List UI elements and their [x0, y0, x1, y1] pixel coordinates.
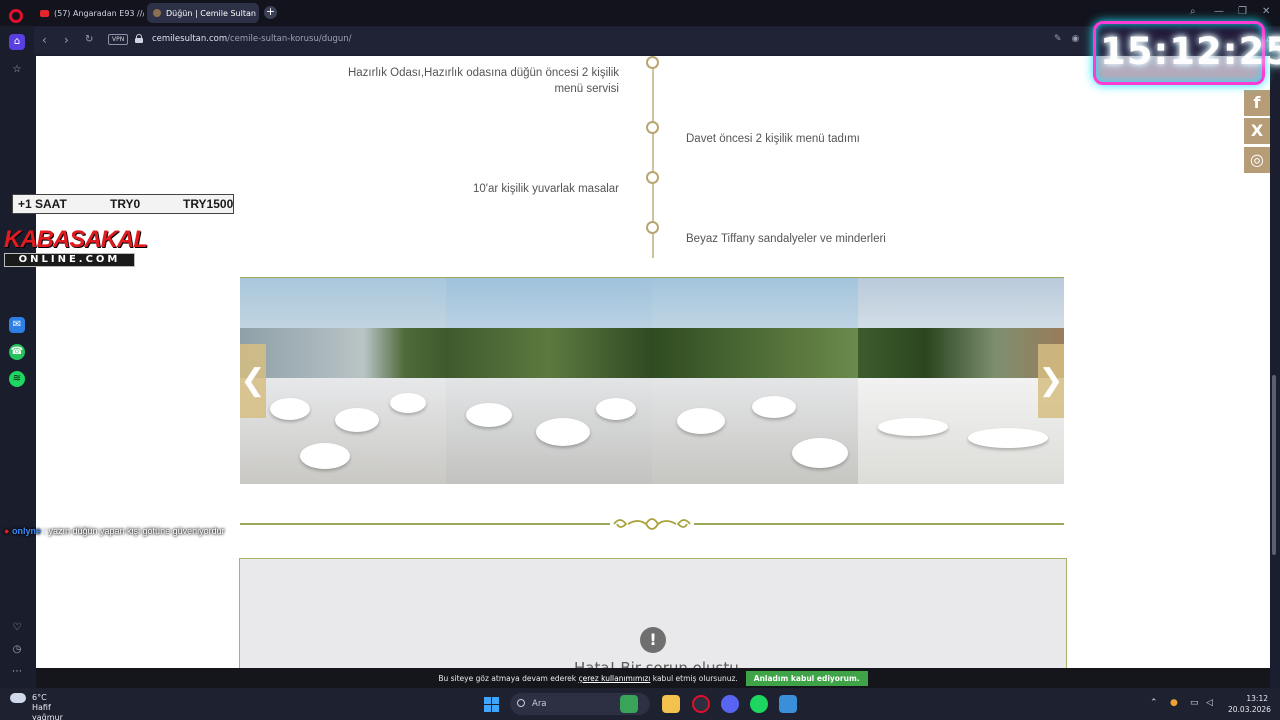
opera-taskbar-icon[interactable]: [692, 695, 710, 713]
chat-text: : yazın düğün yapan kişi götüne güveniyo…: [43, 526, 225, 536]
search-tabs-icon[interactable]: ⌕: [1190, 6, 1196, 17]
url-path: /cemile-sultan-korusu/dugun/: [227, 34, 352, 44]
heart-icon[interactable]: ♡: [9, 620, 25, 636]
gallery-photo-1[interactable]: [240, 278, 446, 484]
brand-name: KABASAKAL: [4, 226, 148, 253]
map-error-message: Hata! Bir sorun oluştu.: [574, 659, 744, 668]
taskbar-date: 20.03.2026: [1228, 705, 1271, 714]
timeline-dot: [646, 121, 659, 134]
opera-logo-icon[interactable]: [9, 9, 23, 23]
timeline-dot: [646, 56, 659, 69]
taskbar-time: 13:12: [1246, 694, 1268, 703]
cookie-text: Bu siteye göz atmaya devam ederek çerez …: [438, 673, 738, 683]
vpn-badge[interactable]: VPN: [108, 34, 129, 45]
volume-icon[interactable]: ◁: [1206, 698, 1213, 708]
weather-widget[interactable]: 6°C Hafif yağmur: [10, 693, 63, 720]
cookie-accept-button[interactable]: Anladım kabul ediyorum.: [745, 670, 868, 686]
timeline-dot: [646, 171, 659, 184]
search-placeholder: Ara: [532, 699, 547, 709]
maximize-icon[interactable]: ❐: [1238, 6, 1247, 17]
brand-domain: ONLINE.COM: [4, 253, 135, 267]
page-scrollbar[interactable]: [1272, 375, 1276, 555]
warning-icon: !: [640, 627, 666, 653]
youtube-icon: [40, 9, 49, 17]
browser-sidebar: ⌂ ☆ ✉ ☎ ≋ ♡ ◷ ⋯: [0, 26, 34, 688]
forward-icon[interactable]: ›: [64, 33, 69, 47]
stream-clock: 15:12:25: [1100, 30, 1280, 73]
weather-temp: 6°C: [32, 693, 47, 702]
file-explorer-icon[interactable]: [662, 695, 680, 713]
tab-label: Düğün | Cemile Sultan Ko...: [166, 8, 259, 18]
search-icon: [517, 699, 525, 707]
tray-chevron-icon[interactable]: ⌃: [1150, 698, 1158, 708]
close-window-icon[interactable]: ✕: [1262, 6, 1270, 17]
lock-icon[interactable]: [135, 34, 143, 43]
tab-youtube[interactable]: (57) Angaradan E93 ///M...: [34, 3, 144, 23]
rate-label: +1 SAAT: [18, 197, 67, 211]
cookie-banner: Bu siteye göz atmaya devam ederek çerez …: [36, 668, 1270, 688]
display-icon[interactable]: ▭: [1190, 698, 1199, 708]
tab-cemile-sultan[interactable]: Düğün | Cemile Sultan Ko...: [147, 3, 259, 23]
gallery-photo-4[interactable]: [858, 278, 1064, 484]
chat-badge-icon: ●: [4, 526, 10, 536]
whatsapp-icon[interactable]: ☎: [9, 344, 25, 360]
brand-logo: KABASAKAL ONLINE.COM: [4, 226, 148, 268]
taskbar-widget-icon[interactable]: [620, 695, 638, 713]
spotify-taskbar-icon[interactable]: [750, 695, 768, 713]
x-icon[interactable]: X: [1244, 118, 1270, 144]
star-icon[interactable]: ☆: [9, 62, 25, 78]
ornament-icon: [610, 514, 694, 534]
rate-try0: TRY0: [110, 197, 141, 211]
history-icon[interactable]: ◷: [9, 642, 25, 658]
messenger-icon[interactable]: ✉: [9, 317, 25, 333]
map-embed[interactable]: ! Hata! Bir sorun oluştu.: [239, 558, 1067, 668]
address-bar-icons[interactable]: ✎◉: [1054, 34, 1089, 44]
timeline-item-chairs: Beyaz Tiffany sandalyeler ve minderleri: [686, 233, 886, 245]
rate-overlay: +1 SAAT TRY0 TRY1500: [12, 194, 234, 214]
more-icon[interactable]: ⋯: [9, 664, 25, 680]
discord-icon[interactable]: [721, 695, 739, 713]
windows-start-icon[interactable]: [484, 697, 499, 712]
timeline-item-round-tables: 10'ar kişilik yuvarlak masalar: [473, 183, 619, 195]
gallery-photo-3[interactable]: [652, 278, 858, 484]
instagram-icon[interactable]: ◎: [1244, 147, 1270, 173]
microphone-icon[interactable]: ●: [1170, 698, 1178, 708]
timeline-item-prep-room: Hazırlık Odası,Hazırlık odasına düğün ön…: [347, 67, 619, 95]
spotify-icon[interactable]: ≋: [9, 371, 25, 387]
gallery-photo-2[interactable]: [446, 278, 652, 484]
windows-taskbar: 6°C Hafif yağmur Ara ⌃ ● ▭ ◁ 13:12 20.03…: [0, 688, 1280, 720]
photo-gallery: ❮ ❯: [240, 278, 1064, 484]
tab-label: (57) Angaradan E93 ///M...: [54, 8, 144, 18]
url-host: cemilesultan.com: [152, 34, 228, 44]
web-page: Hazırlık Odası,Hazırlık odasına düğün ön…: [36, 56, 1270, 668]
site-favicon-icon: [153, 9, 161, 17]
screen: (57) Angaradan E93 ///M... Düğün | Cemil…: [0, 0, 1280, 720]
back-icon[interactable]: ‹: [42, 33, 47, 47]
rate-try1500: TRY1500: [183, 197, 234, 211]
app-taskbar-icon[interactable]: [779, 695, 797, 713]
facebook-icon[interactable]: f: [1244, 90, 1270, 116]
weather-condition: Hafif yağmur: [32, 703, 63, 720]
new-tab-button[interactable]: +: [264, 6, 277, 19]
gallery-prev-button[interactable]: ❮: [240, 344, 266, 418]
cookie-policy-link[interactable]: çerez kullanımımızı: [579, 674, 651, 683]
chat-overlay-message: ● onlyne : yazın düğün yapan kişi götüne…: [4, 526, 225, 536]
url-field[interactable]: cemilesultan.com/cemile-sultan-korusu/du…: [152, 34, 352, 44]
gallery-next-button[interactable]: ❯: [1038, 344, 1064, 418]
chat-username: onlyne: [11, 526, 41, 536]
timeline-item-tasting: Davet öncesi 2 kişilik menü tadımı: [686, 133, 860, 145]
home-icon[interactable]: ⌂: [9, 34, 25, 50]
taskbar-clock[interactable]: 13:12 20.03.2026: [1228, 693, 1271, 715]
minimize-icon[interactable]: —: [1214, 6, 1224, 17]
browser-tab-bar: (57) Angaradan E93 ///M... Düğün | Cemil…: [0, 0, 1280, 26]
cloud-rain-icon: [10, 693, 26, 703]
timeline-dot: [646, 221, 659, 234]
reload-icon[interactable]: ↻: [85, 34, 93, 45]
